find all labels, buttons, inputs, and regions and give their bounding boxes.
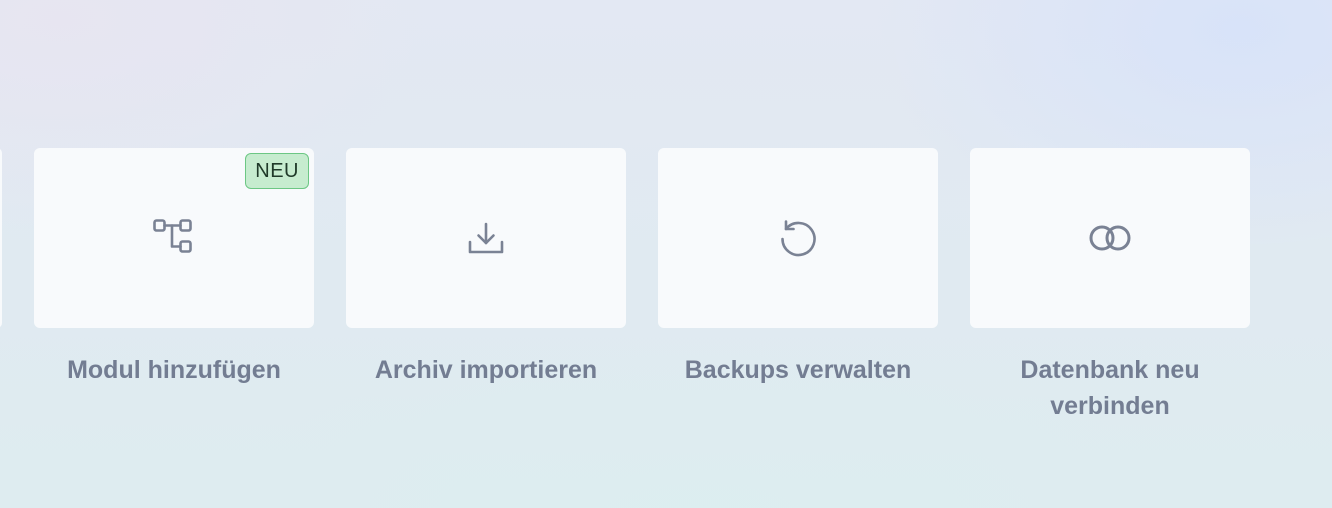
download-icon	[464, 216, 508, 260]
restore-icon	[776, 216, 820, 260]
new-badge: NEU	[245, 153, 309, 189]
tile-add-module[interactable]: NEU Modul hinzufügen	[34, 148, 314, 388]
tile-import-archive[interactable]: Archiv importieren	[346, 148, 626, 388]
add-module-button[interactable]: NEU	[34, 148, 314, 328]
linked-rings-icon	[1086, 218, 1134, 258]
module-tree-icon	[152, 216, 196, 260]
import-archive-button[interactable]	[346, 148, 626, 328]
tile-manage-backups[interactable]: Backups verwalten	[658, 148, 938, 388]
reconnect-database-button[interactable]	[970, 148, 1250, 328]
partial-tile-card[interactable]	[0, 148, 2, 328]
tile-label: Modul hinzufügen	[67, 356, 281, 384]
tile-label: Archiv importieren	[374, 356, 598, 384]
tile-reconnect-database[interactable]: Datenbank neu verbinden	[970, 148, 1250, 424]
manage-backups-button[interactable]	[658, 148, 938, 328]
tile-label: Backups verwalten	[684, 356, 912, 384]
tile-label: Datenbank neu verbinden	[1020, 356, 1200, 420]
